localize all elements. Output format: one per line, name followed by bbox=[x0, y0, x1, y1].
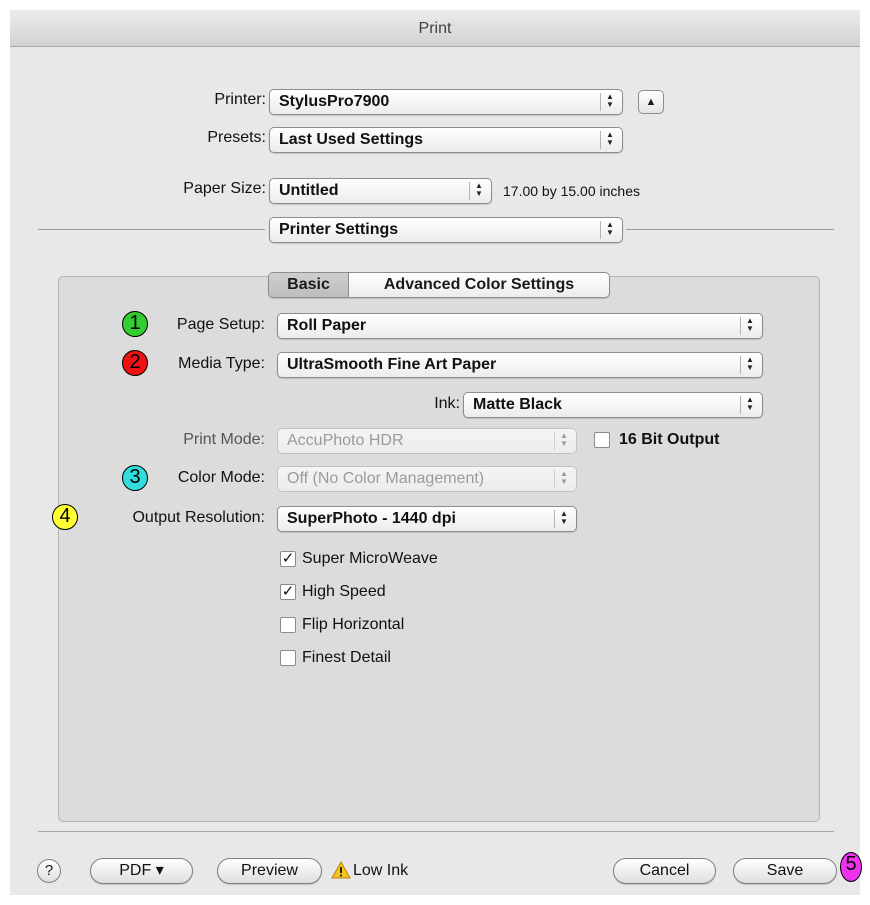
marker-5: 5 bbox=[840, 852, 862, 882]
color-mode-popup[interactable]: Off (No Color Management) ▲ ▼ bbox=[277, 466, 577, 492]
popup-arrows-icon: ▲ ▼ bbox=[554, 432, 570, 450]
print-mode-popup[interactable]: AccuPhoto HDR ▲ ▼ bbox=[277, 428, 577, 454]
ink-popup[interactable]: Matte Black ▲ ▼ bbox=[463, 392, 763, 418]
media-type-value: UltraSmooth Fine Art Paper bbox=[287, 356, 497, 373]
high-speed-label: High Speed bbox=[302, 583, 386, 600]
disclosure-triangle-icon: ▲ bbox=[645, 96, 657, 108]
output-resolution-label: Output Resolution: bbox=[132, 509, 265, 526]
marker-4: 4 bbox=[52, 504, 78, 530]
flip-horizontal-checkbox[interactable] bbox=[280, 617, 296, 633]
page-setup-label: Page Setup: bbox=[176, 316, 265, 333]
super-microweave-label: Super MicroWeave bbox=[302, 550, 438, 567]
marker-3: 3 bbox=[122, 465, 148, 491]
panel-value: Printer Settings bbox=[279, 221, 399, 238]
output-resolution-value: SuperPhoto - 1440 dpi bbox=[287, 510, 456, 527]
paper-dimensions: 17.00 by 15.00 inches bbox=[503, 183, 640, 199]
page-setup-value: Roll Paper bbox=[287, 317, 367, 334]
printer-value: StylusPro7900 bbox=[279, 93, 390, 110]
popup-arrows-icon: ▲ ▼ bbox=[740, 356, 756, 374]
footer-divider bbox=[38, 831, 834, 832]
color-mode-label: Color Mode: bbox=[177, 469, 265, 486]
marker-2: 2 bbox=[122, 350, 148, 376]
panel-popup[interactable]: Printer Settings ▲ ▼ bbox=[269, 217, 623, 243]
popup-arrows-icon: ▲ ▼ bbox=[554, 470, 570, 488]
low-ink-label: Low Ink bbox=[353, 862, 409, 879]
high-speed-checkbox[interactable]: ✓ bbox=[280, 584, 296, 600]
window-title: Print bbox=[10, 10, 860, 47]
save-button[interactable]: Save bbox=[733, 858, 837, 884]
output-resolution-popup[interactable]: SuperPhoto - 1440 dpi ▲ ▼ bbox=[277, 506, 577, 532]
flip-horizontal-label: Flip Horizontal bbox=[302, 616, 405, 633]
finest-detail-checkbox[interactable] bbox=[280, 650, 296, 666]
print-dialog: Print Printer: StylusPro7900 ▲ ▼ ▲ Preset… bbox=[10, 10, 862, 895]
print-mode-label: Print Mode: bbox=[183, 431, 265, 448]
disclosure-button[interactable]: ▲ bbox=[638, 90, 664, 114]
warning-triangle-icon bbox=[331, 861, 351, 879]
cancel-button[interactable]: Cancel bbox=[613, 858, 716, 884]
presets-value: Last Used Settings bbox=[279, 131, 424, 148]
super-microweave-checkbox[interactable]: ✓ bbox=[280, 551, 296, 567]
tab-control: Basic Advanced Color Settings bbox=[268, 272, 610, 298]
ink-value: Matte Black bbox=[473, 396, 562, 413]
printer-popup[interactable]: StylusPro7900 ▲ ▼ bbox=[269, 89, 623, 115]
printer-label: Printer: bbox=[214, 91, 266, 108]
popup-arrows-icon: ▲ ▼ bbox=[600, 221, 616, 239]
help-button[interactable]: ? bbox=[37, 859, 61, 883]
paper-size-value: Untitled bbox=[279, 182, 339, 199]
presets-popup[interactable]: Last Used Settings ▲ ▼ bbox=[269, 127, 623, 153]
marker-1: 1 bbox=[122, 311, 148, 337]
bit-output-checkbox[interactable] bbox=[594, 432, 610, 448]
preview-button[interactable]: Preview bbox=[217, 858, 322, 884]
popup-arrows-icon: ▲ ▼ bbox=[469, 182, 485, 200]
media-type-label: Media Type: bbox=[178, 355, 265, 372]
tab-advanced-color-settings[interactable]: Advanced Color Settings bbox=[349, 273, 609, 297]
divider-right bbox=[626, 229, 834, 230]
presets-label: Presets: bbox=[207, 129, 266, 146]
popup-arrows-icon: ▲ ▼ bbox=[600, 93, 616, 111]
finest-detail-label: Finest Detail bbox=[302, 649, 391, 666]
media-type-popup[interactable]: UltraSmooth Fine Art Paper ▲ ▼ bbox=[277, 352, 763, 378]
divider-left bbox=[38, 229, 265, 230]
print-mode-value: AccuPhoto HDR bbox=[287, 432, 404, 449]
tab-basic[interactable]: Basic bbox=[269, 273, 349, 297]
pdf-button[interactable]: PDF ▾ bbox=[90, 858, 193, 884]
ink-label: Ink: bbox=[434, 395, 460, 412]
popup-arrows-icon: ▲ ▼ bbox=[740, 317, 756, 335]
page-setup-popup[interactable]: Roll Paper ▲ ▼ bbox=[277, 313, 763, 339]
bit-output-label: 16 Bit Output bbox=[619, 431, 720, 448]
color-mode-value: Off (No Color Management) bbox=[287, 470, 485, 487]
paper-size-popup[interactable]: Untitled ▲ ▼ bbox=[269, 178, 492, 204]
popup-arrows-icon: ▲ ▼ bbox=[740, 396, 756, 414]
paper-size-label: Paper Size: bbox=[183, 180, 266, 197]
popup-arrows-icon: ▲ ▼ bbox=[600, 131, 616, 149]
popup-arrows-icon: ▲ ▼ bbox=[554, 510, 570, 528]
